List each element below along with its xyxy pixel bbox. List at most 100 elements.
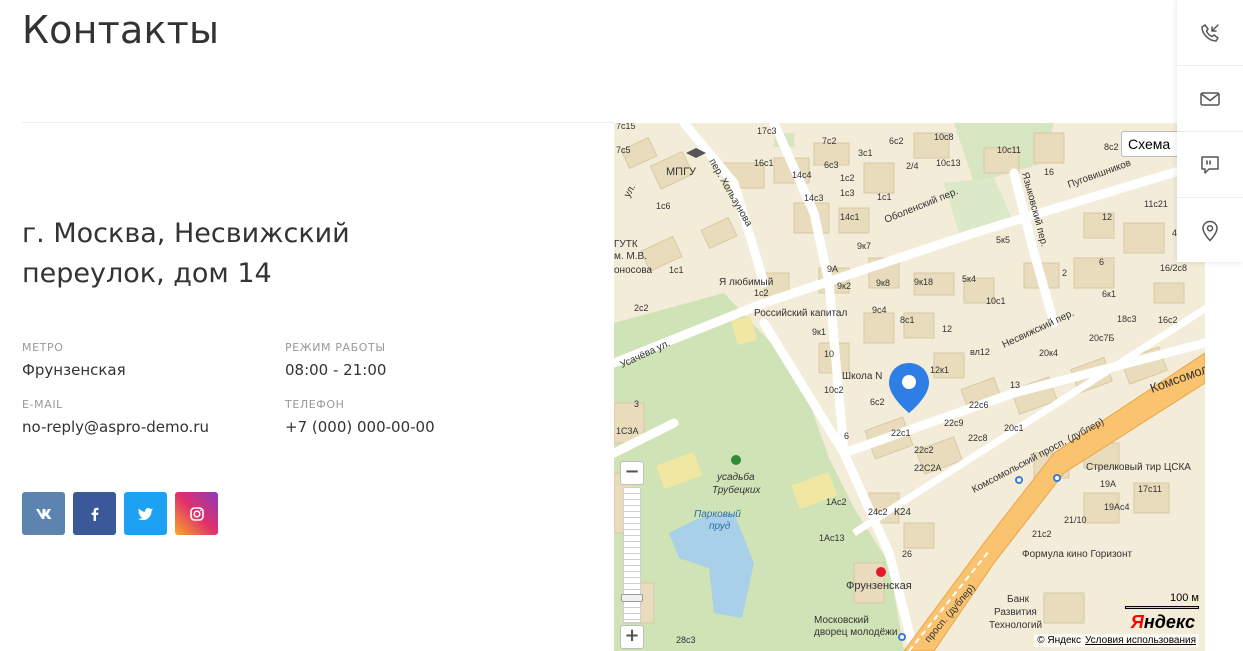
zoom-out-button[interactable]: − xyxy=(620,461,644,485)
map-label-usadba-1: усадьба xyxy=(716,471,755,483)
map-house-label: 1с2 xyxy=(840,173,855,183)
map-house-label: 19Ас4 xyxy=(1104,502,1130,512)
map-house-label: 8с1 xyxy=(900,315,915,325)
email-us-button[interactable] xyxy=(1177,66,1243,132)
map-label-lyubimy: Я любимый xyxy=(719,276,773,288)
yandex-logo[interactable]: Яндекс xyxy=(1131,612,1195,633)
map-house-label: 22с1 xyxy=(891,428,911,438)
yandex-map[interactable]: МПГУ ГУТК м. М.В. оносова Я любимый Росс… xyxy=(614,123,1205,651)
map-house-label: 9к18 xyxy=(914,277,933,287)
side-panel xyxy=(1177,0,1243,262)
copyright-text: © Яндекс xyxy=(1037,635,1081,646)
map-label-k24: К24 xyxy=(894,507,911,518)
map-house-label: 10с8 xyxy=(934,132,954,142)
map-house-label: 12 xyxy=(942,324,952,334)
page-title: Контакты xyxy=(22,8,220,52)
phone-callback-icon xyxy=(1201,23,1219,42)
map-house-label: 14с4 xyxy=(792,170,812,180)
map-house-label: 20с1 xyxy=(1004,423,1024,433)
map-canvas[interactable]: МПГУ ГУТК м. М.В. оносова Я любимый Росс… xyxy=(614,123,1205,651)
map-label-usadba-2: Трубецких xyxy=(712,484,761,496)
zoom-control: − + xyxy=(620,461,644,649)
map-house-label: 21с2 xyxy=(1032,529,1052,539)
yandex-logo-y: Я xyxy=(1130,612,1144,632)
map-house-label: 17с11 xyxy=(1138,484,1162,494)
map-house-label: 9с4 xyxy=(872,305,887,315)
map-label-pond-1: Парковый xyxy=(694,509,741,520)
map-house-label: 7с5 xyxy=(616,145,631,155)
metro-block: МЕТРО Фрунзенская xyxy=(22,341,272,379)
phone-block: ТЕЛЕФОН +7 (000) 000-00-00 xyxy=(285,398,535,436)
map-house-label: 16с2 xyxy=(1158,315,1178,325)
map-house-label: 16с1 xyxy=(754,158,774,168)
zoom-slider-track[interactable] xyxy=(623,487,641,623)
map-house-label: 22С2А xyxy=(914,463,942,473)
zoom-in-button[interactable]: + xyxy=(620,625,644,649)
map-house-label: 10с2 xyxy=(824,385,844,395)
map-house-label: 11с21 xyxy=(1144,199,1168,209)
map-house-label: 21/10 xyxy=(1064,515,1087,525)
location-pin-icon xyxy=(1202,220,1218,242)
twitter-button[interactable] xyxy=(124,492,167,535)
callback-button[interactable] xyxy=(1177,0,1243,66)
metro-label: МЕТРО xyxy=(22,341,64,354)
map-house-label: 10с13 xyxy=(936,158,961,168)
map-house-label: 18с3 xyxy=(1117,314,1137,324)
map-label-mpgu: МПГУ xyxy=(666,166,697,178)
map-house-label: 1с2 xyxy=(754,288,769,298)
map-house-label: 9к8 xyxy=(876,278,890,288)
phone-link[interactable]: +7 (000) 000-00-00 xyxy=(285,418,535,436)
terms-link[interactable]: Условия использования xyxy=(1085,635,1196,646)
map-house-label: 20с7Б xyxy=(1089,333,1115,343)
map-house-label: 5к5 xyxy=(996,235,1010,245)
map-house-label: 1с3 xyxy=(840,188,855,198)
map-house-label: 9к2 xyxy=(837,281,851,291)
map-house-label: 28с3 xyxy=(676,635,696,645)
metro-value: Фрунзенская xyxy=(22,361,126,379)
map-label-pond-2: пруд xyxy=(709,521,731,532)
map-house-label: 9А xyxy=(827,264,838,274)
divider xyxy=(22,122,614,123)
vk-icon xyxy=(35,508,51,519)
map-house-label: 10 xyxy=(824,349,834,359)
vk-button[interactable] xyxy=(22,492,65,535)
map-house-label: 14с1 xyxy=(840,212,860,222)
map-house-label: 20к4 xyxy=(1039,348,1058,358)
map-house-label: 1С3А xyxy=(616,426,639,436)
map-label-russian-capital: Российский капитал xyxy=(754,308,847,319)
map-scale: 100 м xyxy=(1125,592,1199,609)
facebook-icon xyxy=(91,507,98,521)
hours-value: 08:00 - 21:00 xyxy=(285,361,387,379)
social-links xyxy=(22,492,218,535)
map-house-label: 2/4 xyxy=(906,161,919,171)
map-house-label: 16/2с8 xyxy=(1160,263,1187,273)
hours-block: РЕЖИМ РАБОТЫ 08:00 - 21:00 xyxy=(285,341,535,379)
map-house-label: 10с11 xyxy=(997,145,1021,155)
map-house-label: 6к1 xyxy=(1102,289,1116,299)
email-label: E-MAIL xyxy=(22,398,63,411)
map-house-label: 6с2 xyxy=(889,136,904,146)
location-button[interactable] xyxy=(1177,198,1243,264)
map-label-bank-1: Банк xyxy=(1007,594,1030,605)
instagram-icon xyxy=(189,506,204,521)
email-link[interactable]: no-reply@aspro-demo.ru xyxy=(22,418,272,436)
facebook-button[interactable] xyxy=(73,492,116,535)
zoom-slider-thumb[interactable] xyxy=(621,594,643,602)
map-copyright: © Яндекс Условия использования xyxy=(1034,634,1199,647)
map-house-label: 6 xyxy=(844,431,849,441)
map-label-bank-2: Развития xyxy=(994,607,1037,618)
map-house-label: 16 xyxy=(1044,167,1054,177)
instagram-button[interactable] xyxy=(175,492,218,535)
map-label-mdm-2: дворец молодёжи xyxy=(814,627,897,638)
map-house-label: 17с3 xyxy=(757,126,777,136)
map-house-label: 1Ас13 xyxy=(819,533,845,543)
map-house-label: 3с1 xyxy=(858,148,873,158)
chat-button[interactable] xyxy=(1177,132,1243,198)
map-house-label: 9к1 xyxy=(812,327,826,337)
map-house-label: 3 xyxy=(634,399,639,409)
email-block: E-MAIL no-reply@aspro-demo.ru xyxy=(22,398,272,436)
map-label-mdm-1: Московский xyxy=(814,615,869,626)
map-label-frunzenskaya: Фрунзенская xyxy=(846,580,912,592)
map-label-school: Школа N xyxy=(842,371,882,382)
map-house-label: 13 xyxy=(1010,380,1020,390)
